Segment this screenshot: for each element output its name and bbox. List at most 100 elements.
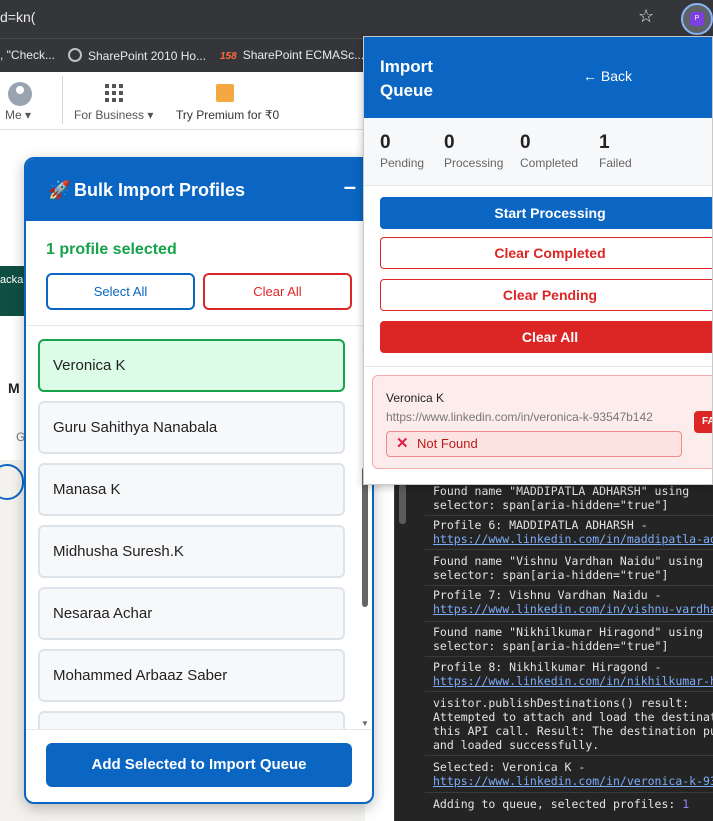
stat-value: 0 — [380, 132, 391, 153]
status-badge: FA — [694, 411, 712, 433]
me-menu[interactable]: Me ▾ — [5, 108, 31, 122]
clear-all-selection-button[interactable]: Clear All — [203, 273, 352, 310]
start-processing-button[interactable]: Start Processing — [380, 197, 712, 229]
status-text: Not Found — [417, 436, 478, 451]
console-log-line: Adding to queue, selected profiles: 1 — [433, 797, 713, 811]
stat-pending: 0 Pending — [380, 132, 424, 170]
log-divider — [425, 549, 713, 550]
scrollbar-thumb[interactable] — [362, 467, 368, 607]
log-text: Adding to queue, selected profiles: — [433, 797, 683, 811]
console-log-line: Found name "MADDIPATLA ADHARSH" using se… — [433, 484, 713, 512]
queue-stats: 0 Pending 0 Processing 0 Completed 1 Failed — [364, 118, 712, 186]
clear-pending-button[interactable]: Clear Pending — [380, 279, 712, 311]
close-icon: ✕ — [396, 435, 409, 452]
bookmark-label: , "Check... — [0, 48, 55, 62]
import-queue-popup: Import Queue ← Back 0 Pending 0 Processing… — [363, 36, 713, 485]
log-text: Found name "MADDIPATLA ADHARSH" using se… — [433, 484, 690, 512]
rocket-icon: 🚀 — [48, 180, 71, 200]
for-business-menu[interactable]: For Business ▾ — [74, 108, 153, 122]
log-text: Selected: Veronica K - — [433, 760, 586, 774]
stat-completed: 0 Completed — [520, 132, 578, 170]
log-divider — [425, 656, 713, 657]
stat-failed: 1 Failed — [599, 132, 632, 170]
star-icon[interactable]: ☆ — [638, 6, 654, 27]
import-queue-title: Import Queue — [380, 57, 433, 100]
address-bar[interactable]: d=kn( — [0, 9, 35, 25]
console-scrollbar[interactable] — [395, 484, 413, 821]
log-link[interactable]: https://www.linkedin.com/in/maddipatla-a… — [433, 532, 713, 546]
me-label: Me — [5, 108, 22, 122]
log-divider — [425, 515, 713, 516]
console-log-line: Profile 7: Vishnu Vardhan Naidu - https:… — [433, 588, 713, 616]
bulk-import-title: 🚀 Bulk Import Profiles — [48, 180, 245, 201]
queue-item-name: Veronica K — [386, 391, 445, 405]
console-log-line: Selected: Veronica K - https://www.linke… — [433, 760, 713, 788]
log-text: Profile 8: Nikhilkumar Hiragond - — [433, 660, 662, 674]
log-divider — [425, 792, 713, 793]
profile-name: Nesaraa Achar — [53, 605, 153, 622]
profile-item[interactable]: Nesaraa Achar — [38, 587, 345, 640]
log-text: Profile 7: Vishnu Vardhan Naidu - — [433, 588, 662, 602]
profile-name: Mohammed Arbaaz Saber — [53, 667, 228, 684]
log-link[interactable]: https://www.linkedin.com/in/veronica-k-9… — [433, 774, 713, 788]
log-text: Found name "Vishnu Vardhan Naidu" using … — [433, 554, 704, 582]
profile-item[interactable]: Veronica K — [38, 339, 345, 392]
profile-name: Guru Sahithya Nanabala — [53, 419, 218, 436]
profile-item[interactable]: Guru Sahithya Nanabala — [38, 401, 345, 454]
stat-label: Processing — [444, 156, 504, 170]
bookmark-sharepoint-home[interactable]: SharePoint 2010 Ho... — [68, 48, 206, 63]
try-premium-link[interactable]: Try Premium for ₹0 — [176, 108, 279, 122]
stat-value: 0 — [520, 132, 531, 153]
selection-count: 1 profile selected — [46, 241, 177, 258]
console-log-line: Found name "Nikhilkumar Hiragond" using … — [433, 625, 713, 653]
profile-name: Veronica K — [53, 357, 126, 374]
globe-icon — [68, 48, 82, 62]
bookmark-check[interactable]: , "Check... — [0, 48, 55, 62]
profile-item[interactable] — [38, 711, 345, 729]
divider — [364, 366, 712, 367]
scroll-down-icon[interactable]: ▼ — [360, 719, 370, 728]
log-divider — [425, 691, 713, 692]
select-all-button[interactable]: Select All — [46, 273, 195, 310]
stat-label: Completed — [520, 156, 579, 170]
minimize-button[interactable]: – — [344, 174, 356, 200]
add-to-queue-button[interactable]: Add Selected to Import Queue — [46, 743, 352, 787]
158-icon: 158 — [220, 51, 237, 62]
devtools-console: Found name "MADDIPATLA ADHARSH" using se… — [394, 484, 713, 821]
profile-list: Veronica K Guru Sahithya Nanabala Manasa… — [38, 339, 346, 729]
divider — [26, 325, 372, 326]
avatar-head — [16, 86, 24, 94]
profile-item[interactable]: Mohammed Arbaaz Saber — [38, 649, 345, 702]
queue-item: Veronica K https://www.linkedin.com/in/v… — [372, 375, 712, 469]
console-scrollbar-thumb[interactable] — [399, 484, 406, 524]
me-avatar[interactable] — [8, 82, 32, 106]
section-heading: M — [8, 380, 20, 396]
grid-icon[interactable] — [105, 84, 125, 104]
console-log-line: Found name "Vishnu Vardhan Naidu" using … — [433, 554, 713, 582]
profile-name: Midhusha Suresh.K — [53, 543, 184, 560]
chevron-down-icon: ▾ — [147, 108, 154, 122]
log-divider — [425, 755, 713, 756]
chevron-down-icon: ▾ — [25, 108, 32, 122]
bookmark-sharepoint-ecma[interactable]: 158 SharePoint ECMASc... — [220, 48, 364, 62]
profile-name: Manasa K — [53, 481, 121, 498]
stat-value: 1 — [599, 132, 610, 153]
back-button[interactable]: ← Back — [583, 68, 632, 84]
queue-item-url: https://www.linkedin.com/in/veronica-k-9… — [386, 410, 653, 424]
clear-completed-button[interactable]: Clear Completed — [380, 237, 712, 269]
stat-value: 0 — [444, 132, 455, 153]
log-link[interactable]: https://www.linkedin.com/in/nikhilkumar-… — [433, 674, 713, 688]
bulk-import-title-text: Bulk Import Profiles — [74, 180, 246, 200]
console-log-line: visitor.publishDestinations() result: At… — [433, 696, 713, 752]
log-divider — [425, 585, 713, 586]
divider — [26, 729, 372, 730]
log-link[interactable]: https://www.linkedin.com/in/vishnu-vardh… — [433, 602, 713, 616]
log-text: visitor.publishDestinations() result: At… — [433, 696, 713, 752]
clear-all-queue-button[interactable]: Clear All — [380, 321, 712, 353]
log-text: Profile 6: MADDIPATLA ADHARSH - — [433, 518, 648, 532]
profile-item[interactable]: Manasa K — [38, 463, 345, 516]
stat-label: Pending — [380, 156, 425, 170]
outlined-button[interactable] — [0, 464, 24, 500]
profile-item[interactable]: Midhusha Suresh.K — [38, 525, 345, 578]
profile-avatar[interactable]: P — [681, 3, 713, 35]
